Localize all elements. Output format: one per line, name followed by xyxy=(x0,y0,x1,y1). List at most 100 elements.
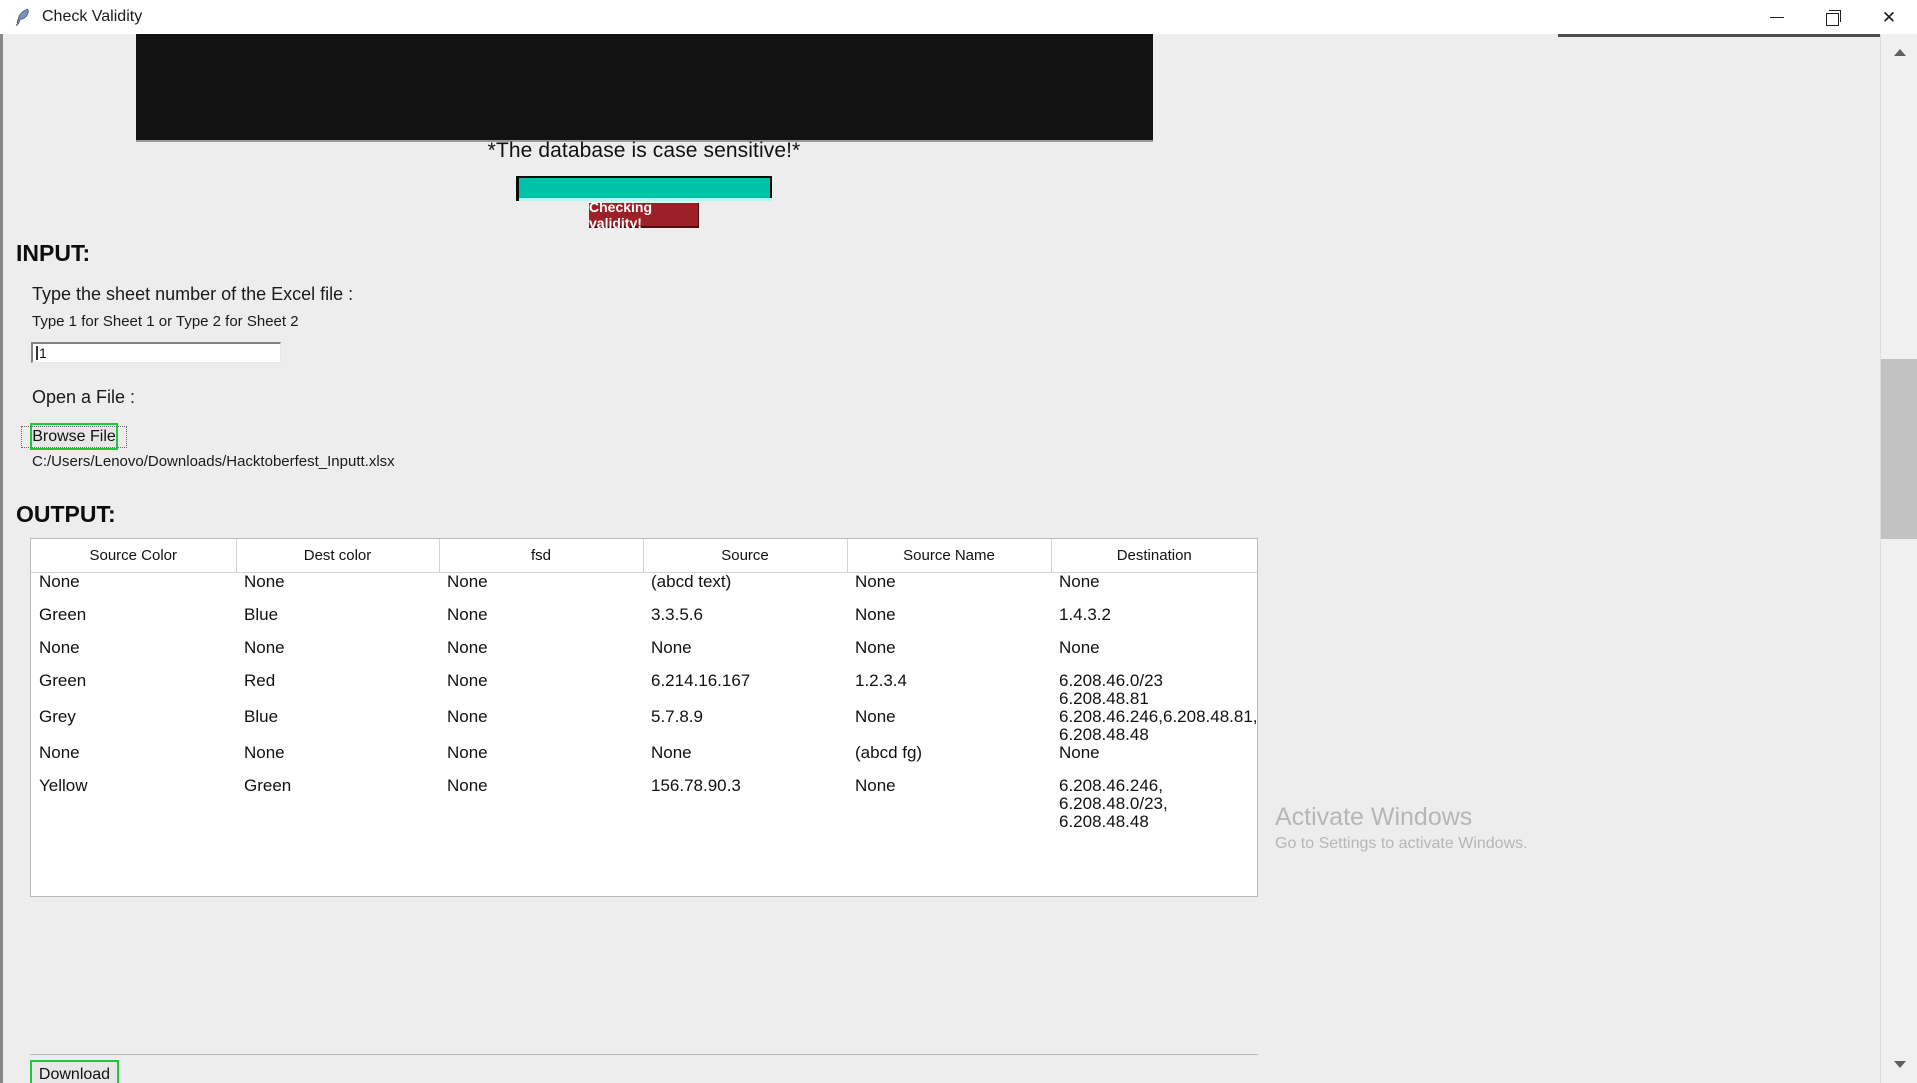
cell-source-color: Green xyxy=(31,605,236,639)
column-header-dest-color: Dest color xyxy=(236,539,440,573)
cell-fsd: None xyxy=(439,707,643,744)
cell-source-name: None xyxy=(847,707,1051,744)
cell-line: 6.208.48.48 xyxy=(1059,811,1149,831)
cell-source-name: None xyxy=(847,638,1051,672)
maximize-button[interactable] xyxy=(1805,0,1861,34)
content-top-edge xyxy=(1558,34,1880,37)
cell-source: 5.7.8.9 xyxy=(643,707,847,744)
watermark-title: Activate Windows xyxy=(1275,803,1473,831)
cell-line: 6.208.48.0/23, xyxy=(1059,793,1168,813)
cell-line: None xyxy=(1059,572,1100,591)
output-table-body: None None None (abcd text) None None Green Blue… xyxy=(31,572,1258,831)
table-row: Yellow Green None 156.78.90.3 None 6.208.46.2… xyxy=(31,775,1257,831)
table-row: None None None None (abcd fg) None xyxy=(31,742,1257,777)
browse-file-button[interactable]: Browse File xyxy=(21,423,127,450)
cell-line: 6.208.46.0/23 xyxy=(1059,670,1163,690)
sheet-number-input[interactable]: 1 xyxy=(31,342,281,363)
cell-source: 3.3.5.6 xyxy=(643,605,847,639)
cell-source-name: None xyxy=(847,572,1051,606)
cell-source-name: 1.2.3.4 xyxy=(847,671,1051,708)
sheet-number-hint: Type 1 for Sheet 1 or Type 2 for Sheet 2 xyxy=(32,313,299,330)
restore-icon xyxy=(1826,10,1841,26)
chevron-down-icon xyxy=(1893,1061,1906,1068)
cell-fsd: None xyxy=(439,572,643,606)
download-button-label: Download xyxy=(38,1065,111,1083)
minimize-button[interactable] xyxy=(1749,0,1805,34)
cell-line: 6.208.46.246, xyxy=(1059,775,1163,795)
output-table: Source Color Dest color fsd Source Sourc… xyxy=(31,539,1257,831)
cell-line: None xyxy=(1059,742,1100,762)
cell-source-color: Yellow xyxy=(31,776,236,831)
progress-bar xyxy=(516,176,772,201)
cell-source: 156.78.90.3 xyxy=(643,776,847,831)
sheet-number-value: 1 xyxy=(39,345,47,361)
feather-icon xyxy=(8,0,38,34)
cell-destination: 1.4.3.2 xyxy=(1051,604,1257,639)
cell-dest-color: None xyxy=(236,572,439,606)
close-button[interactable]: ✕ xyxy=(1861,0,1917,34)
cell-source-name: None xyxy=(847,776,1051,831)
sheet-number-label: Type the sheet number of the Excel file … xyxy=(32,284,354,304)
vertical-scrollbar[interactable] xyxy=(1880,34,1917,1083)
column-header-destination: Destination xyxy=(1051,539,1257,573)
cell-dest-color: None xyxy=(236,638,439,672)
case-sensitive-note: *The database is case sensitive!* xyxy=(487,139,801,162)
title-bar: Check Validity ✕ xyxy=(0,0,1917,34)
cell-source-color: Green xyxy=(31,671,236,708)
scroll-down-button[interactable] xyxy=(1881,1046,1917,1083)
cell-fsd: None xyxy=(439,776,643,831)
status-badge: Checking validity! xyxy=(589,199,699,231)
cell-destination: 6.208.46.246,6.208.48.81, 6.208.48.48 xyxy=(1051,706,1258,744)
progress-bar-fill xyxy=(519,178,772,198)
cell-dest-color: Red xyxy=(236,671,439,708)
cell-fsd: None xyxy=(439,671,643,708)
table-row: Green Red None 6.214.16.167 1.2.3.4 6.208.46.… xyxy=(31,670,1257,708)
cell-line: 6.208.46.246,6.208.48.81, xyxy=(1059,706,1258,726)
cell-destination: 6.208.46.0/23 6.208.48.81 xyxy=(1051,670,1257,708)
column-header-source-color: Source Color xyxy=(31,539,237,573)
output-section-heading: OUTPUT: xyxy=(16,501,116,527)
scroll-up-button[interactable] xyxy=(1881,34,1917,71)
cell-source: 6.214.16.167 xyxy=(643,671,847,708)
cell-source-color: None xyxy=(31,638,236,672)
open-file-label: Open a File : xyxy=(32,387,136,407)
cell-line: None xyxy=(1059,637,1100,657)
selected-file-path: C:/Users/Lenovo/Downloads/Hacktoberfest_… xyxy=(32,453,395,470)
text-caret xyxy=(36,346,38,360)
cell-source-color: None xyxy=(31,743,236,777)
cell-dest-color: Blue xyxy=(236,707,439,744)
cell-line: 6.208.48.48 xyxy=(1059,724,1149,744)
column-header-fsd: fsd xyxy=(439,539,644,573)
column-header-source-name: Source Name xyxy=(847,539,1052,573)
download-button[interactable]: Download xyxy=(30,1060,119,1083)
close-icon: ✕ xyxy=(1881,7,1897,27)
table-row: None None None (abcd text) None None xyxy=(31,572,1257,606)
table-row: None None None None None None xyxy=(31,637,1257,672)
cell-destination: None xyxy=(1051,637,1257,672)
table-row: Green Blue None 3.3.5.6 None 1.4.3.2 xyxy=(31,604,1257,639)
output-table-container: Source Color Dest color fsd Source Sourc… xyxy=(30,538,1258,897)
browse-file-button-label: Browse File xyxy=(21,425,127,448)
cell-line: 1.4.3.2 xyxy=(1059,604,1111,624)
cell-destination: 6.208.46.246, 6.208.48.0/23, 6.208.48.48 xyxy=(1051,775,1257,831)
cell-line: 6.208.48.81 xyxy=(1059,688,1149,708)
cell-destination: None xyxy=(1051,742,1257,777)
scrollbar-thumb[interactable] xyxy=(1881,359,1917,539)
cell-source: None xyxy=(643,743,847,777)
app-window: Check Validity ✕ *The database is case s… xyxy=(0,0,1917,1083)
table-bottom-divider xyxy=(30,1054,1258,1055)
cell-fsd: None xyxy=(439,638,643,672)
cell-dest-color: Blue xyxy=(236,605,439,639)
cell-source: (abcd text) xyxy=(643,572,847,606)
watermark-subtitle: Go to Settings to activate Windows. xyxy=(1275,835,1528,852)
cell-source-color: None xyxy=(31,572,236,606)
content-area: *The database is case sensitive!* Checki… xyxy=(0,34,1880,1083)
cell-fsd: None xyxy=(439,605,643,639)
cell-dest-color: None xyxy=(236,743,439,777)
column-header-source: Source xyxy=(643,539,848,573)
activate-windows-watermark: Activate Windows Go to Settings to activ… xyxy=(1275,802,1528,856)
cell-source-color: Grey xyxy=(31,707,236,744)
input-section-heading: INPUT: xyxy=(16,240,91,266)
minimize-icon xyxy=(1770,16,1784,18)
cell-source: None xyxy=(643,638,847,672)
